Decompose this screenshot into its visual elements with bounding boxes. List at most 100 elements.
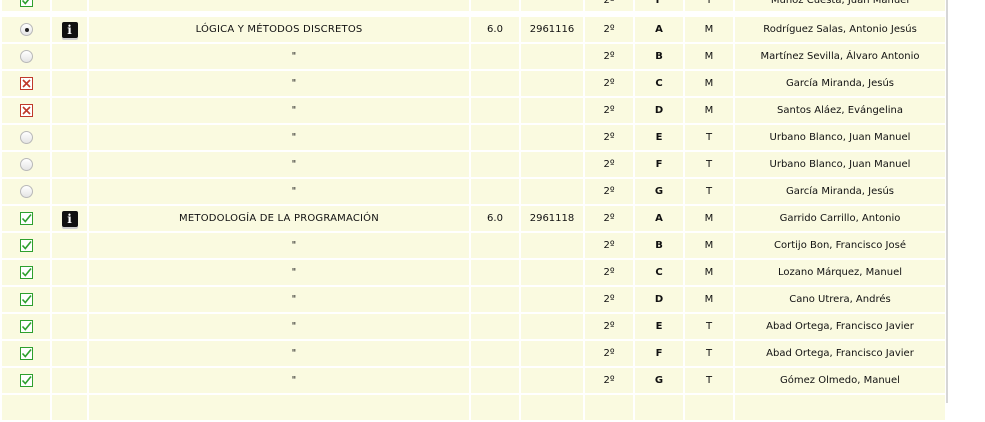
professor-cell: Urbano Blanco, Juan Manuel — [733, 123, 947, 152]
radio-button[interactable] — [19, 50, 33, 63]
year-cell: 2º — [583, 0, 635, 13]
selection-cell[interactable] — [0, 123, 52, 152]
shift-cell: M — [683, 15, 735, 44]
checkbox-checked-icon[interactable] — [19, 293, 33, 306]
selection-cell[interactable] — [0, 231, 52, 260]
selection-cell[interactable] — [0, 15, 52, 44]
selection-cell[interactable] — [0, 339, 52, 368]
professor-cell: Cano Utrera, Andrés — [733, 285, 947, 314]
subject-name-cell: LÓGICA Y MÉTODOS DISCRETOS — [87, 15, 471, 44]
group-cell: E — [633, 312, 685, 341]
subject-code-cell — [519, 123, 585, 152]
credits-cell — [469, 123, 521, 152]
professor-cell: Abad Ortega, Francisco Javier — [733, 339, 947, 368]
credits-cell — [469, 339, 521, 368]
shift-cell: M — [683, 231, 735, 260]
subject-name-cell: " — [87, 231, 471, 260]
professor-cell: Santos Aláez, Evángelina — [733, 96, 947, 125]
checkbox-disabled-icon — [19, 104, 33, 117]
selection-cell[interactable] — [0, 258, 52, 287]
year-cell: 2º — [583, 258, 635, 287]
subject-name-cell: METODOLOGÍA DE LA PROGRAMACIÓN — [87, 204, 471, 233]
professor-cell: Cortijo Bon, Francisco José — [733, 231, 947, 260]
group-cell: A — [633, 204, 685, 233]
info-cell — [50, 42, 89, 71]
shift-cell: T — [683, 0, 735, 13]
selection-cell[interactable] — [0, 0, 52, 13]
group-cell: C — [633, 258, 685, 287]
info-cell — [50, 366, 89, 395]
subject-name-cell: " — [87, 285, 471, 314]
shift-cell: M — [683, 204, 735, 233]
table-row: " 2º D M Cano Utrera, Andrés — [0, 285, 947, 314]
selection-cell[interactable] — [0, 285, 52, 314]
info-cell — [50, 339, 89, 368]
shift-cell: T — [683, 177, 735, 206]
group-cell: D — [633, 96, 685, 125]
info-icon[interactable]: i — [61, 21, 78, 38]
checkbox-checked-icon[interactable] — [19, 374, 33, 387]
selection-cell[interactable] — [0, 69, 52, 98]
credits-cell — [469, 231, 521, 260]
credits-cell — [469, 42, 521, 71]
subject-name-cell: " — [87, 177, 471, 206]
credits-cell — [469, 285, 521, 314]
checkbox-checked-icon[interactable] — [19, 0, 33, 7]
subject-name-cell: " — [87, 258, 471, 287]
checkbox-checked-icon[interactable] — [19, 266, 33, 279]
professor-cell: Martínez Sevilla, Álvaro Antonio — [733, 42, 947, 71]
selection-cell[interactable] — [0, 177, 52, 206]
radio-button[interactable] — [19, 23, 33, 36]
course-groups-table: i LÓGICA Y MÉTODOS DISCRETOS 6.0 2961116 2º A… — [0, 15, 947, 422]
year-cell: 2º — [583, 42, 635, 71]
year-cell: 2º — [583, 285, 635, 314]
subject-name-cell: " — [87, 69, 471, 98]
info-cell — [50, 258, 89, 287]
info-cell — [50, 69, 89, 98]
radio-button[interactable] — [19, 131, 33, 144]
group-cell: F — [633, 0, 685, 13]
checkbox-checked-icon[interactable] — [19, 320, 33, 333]
selection-cell[interactable] — [0, 150, 52, 179]
table-row: " 2º C M Lozano Márquez, Manuel — [0, 258, 947, 287]
radio-button[interactable] — [19, 185, 33, 198]
subject-code-cell — [519, 285, 585, 314]
checkbox-checked-icon[interactable] — [19, 347, 33, 360]
professor-cell: Lozano Márquez, Manuel — [733, 258, 947, 287]
page-scroll-area[interactable] — [946, 0, 985, 403]
shift-cell: M — [683, 258, 735, 287]
group-cell: C — [633, 69, 685, 98]
selection-cell[interactable] — [0, 42, 52, 71]
group-cell: G — [633, 366, 685, 395]
subject-name-cell: " — [87, 339, 471, 368]
year-cell: 2º — [583, 177, 635, 206]
checkbox-checked-icon[interactable] — [19, 239, 33, 252]
year-cell: 2º — [583, 150, 635, 179]
group-cell: F — [633, 339, 685, 368]
subject-name-cell: " — [87, 312, 471, 341]
checkbox-checked-icon[interactable] — [19, 212, 33, 225]
info-cell — [50, 312, 89, 341]
table-row: " 2º E T Abad Ortega, Francisco Javier — [0, 312, 947, 341]
year-cell: 2º — [583, 204, 635, 233]
selection-cell[interactable] — [0, 366, 52, 395]
radio-button[interactable] — [19, 158, 33, 171]
selection-cell[interactable] — [0, 204, 52, 233]
year-cell: 2º — [583, 312, 635, 341]
table-row — [0, 393, 947, 422]
year-cell: 2º — [583, 339, 635, 368]
professor-cell: García Miranda, Jesús — [733, 177, 947, 206]
subject-code-cell: 2961118 — [519, 204, 585, 233]
year-cell: 2º — [583, 96, 635, 125]
info-icon[interactable]: i — [61, 210, 78, 227]
table-row: " 2º D M Santos Aláez, Evángelina — [0, 96, 947, 125]
professor-cell: Abad Ortega, Francisco Javier — [733, 312, 947, 341]
selection-cell[interactable] — [0, 312, 52, 341]
shift-cell: T — [683, 312, 735, 341]
subject-name-cell: " — [87, 123, 471, 152]
shift-cell: M — [683, 42, 735, 71]
info-cell: i — [50, 204, 89, 233]
checkbox-disabled-icon — [19, 77, 33, 90]
selection-cell[interactable] — [0, 96, 52, 125]
subject-name-cell: " — [87, 366, 471, 395]
